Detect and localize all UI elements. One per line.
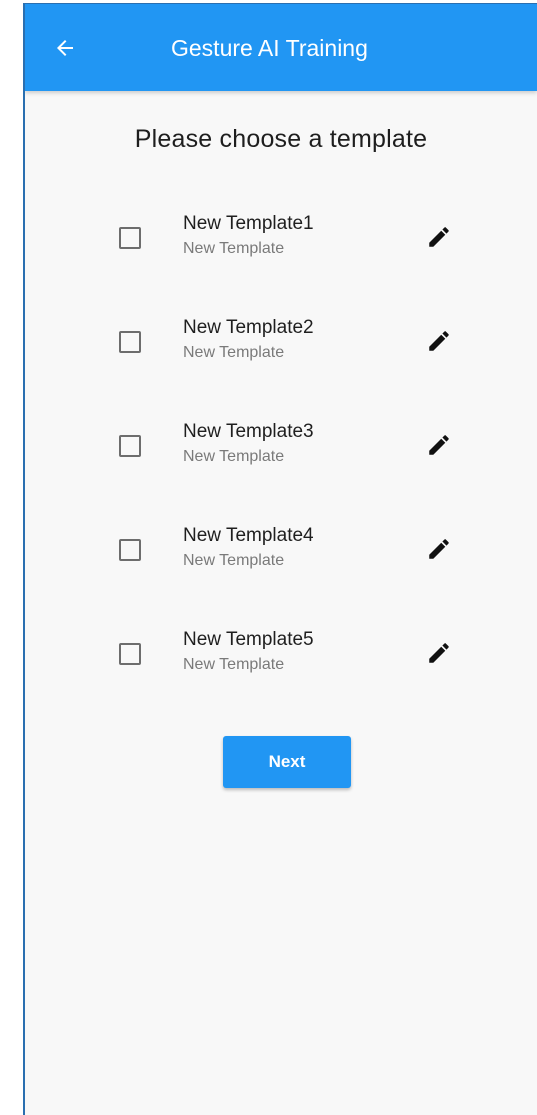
page-title: Please choose a template xyxy=(134,125,428,153)
app-screen: Gesture AI Training Please choose a temp… xyxy=(23,4,537,1115)
template-subtitle: New Template xyxy=(183,240,285,257)
edit-template-button[interactable] xyxy=(423,221,455,253)
back-button[interactable] xyxy=(47,30,83,66)
template-title: New Template3 xyxy=(183,421,314,442)
list-item-template-2: New Template2 New Template xyxy=(103,313,483,383)
template-checkbox[interactable] xyxy=(119,227,141,249)
app-bar-title: Gesture AI Training xyxy=(171,35,368,61)
list-item-template-1: New Template1 New Template xyxy=(103,209,483,279)
edit-template-button[interactable] xyxy=(423,533,455,565)
arrow-back-icon xyxy=(57,40,73,56)
template-checkbox[interactable] xyxy=(119,539,141,561)
template-title: New Template1 xyxy=(183,213,314,234)
pencil-icon xyxy=(429,331,449,351)
list-item-template-4: New Template4 New Template xyxy=(103,521,483,591)
list-item-template-5: New Template5 New Template xyxy=(103,625,483,695)
edit-template-button[interactable] xyxy=(423,325,455,357)
pencil-icon xyxy=(429,227,449,247)
app-bar: Gesture AI Training xyxy=(25,4,537,91)
template-title: New Template4 xyxy=(183,525,314,546)
template-checkbox[interactable] xyxy=(119,435,141,457)
list-item-template-3: New Template3 New Template xyxy=(103,417,483,487)
template-checkbox[interactable] xyxy=(119,643,141,665)
edit-template-button[interactable] xyxy=(423,429,455,461)
template-title: New Template5 xyxy=(183,629,314,650)
template-title: New Template2 xyxy=(183,317,314,338)
template-checkbox[interactable] xyxy=(119,331,141,353)
next-button[interactable]: Next xyxy=(223,736,351,788)
template-subtitle: New Template xyxy=(183,344,285,361)
template-subtitle: New Template xyxy=(183,656,285,673)
pencil-icon xyxy=(429,643,449,663)
template-subtitle: New Template xyxy=(183,448,285,465)
template-subtitle: New Template xyxy=(183,552,285,569)
edit-template-button[interactable] xyxy=(423,637,455,669)
pencil-icon xyxy=(429,435,449,455)
pencil-icon xyxy=(429,539,449,559)
